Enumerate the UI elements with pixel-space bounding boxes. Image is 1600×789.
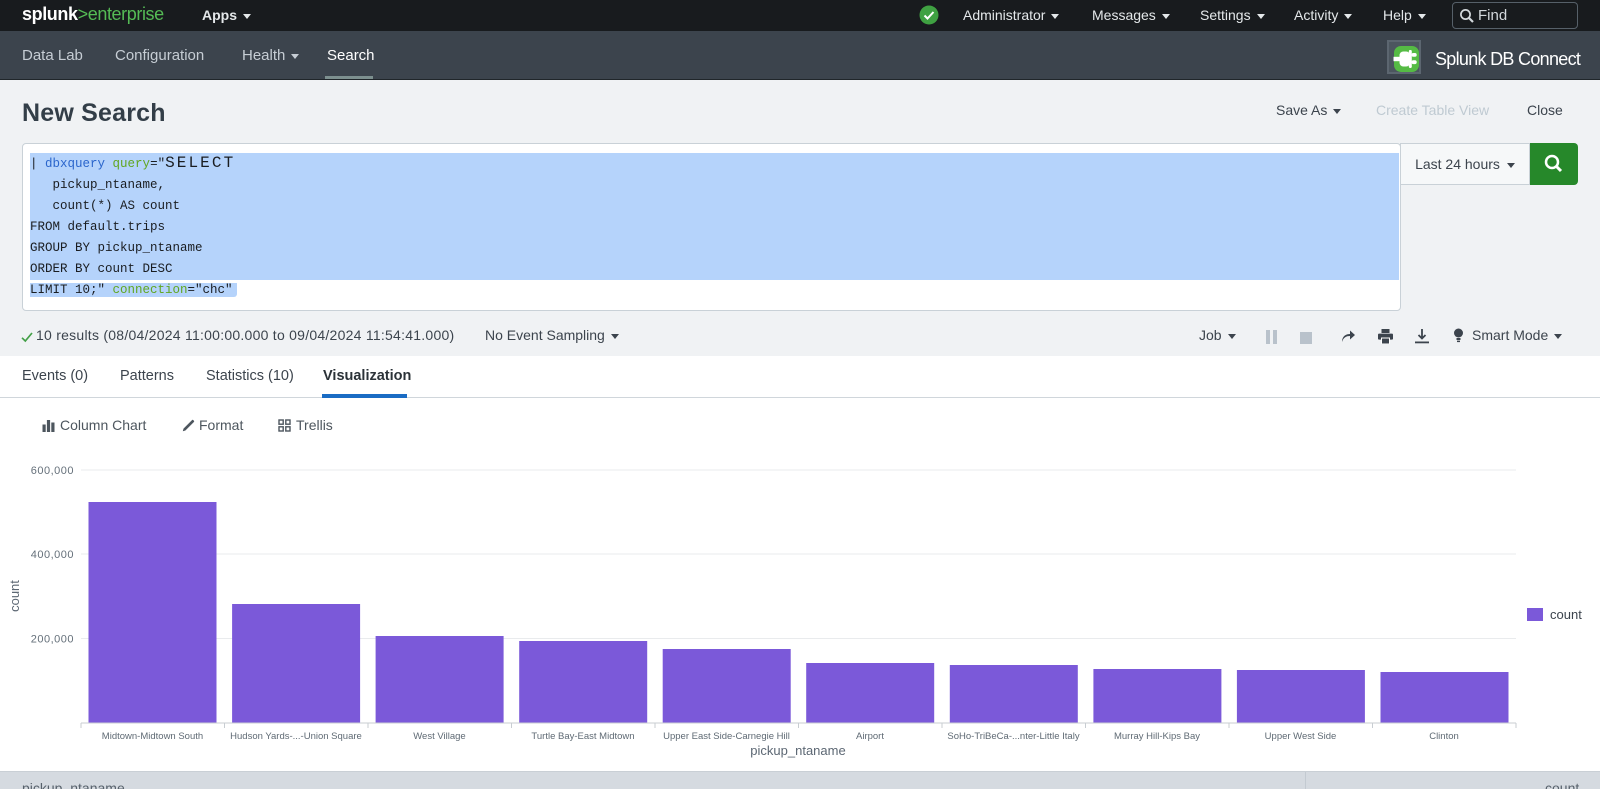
svg-text:Turtle Bay-East Midtown: Turtle Bay-East Midtown bbox=[531, 731, 634, 742]
svg-text:Hudson Yards-...-Union Square: Hudson Yards-...-Union Square bbox=[230, 731, 362, 742]
svg-text:600,000: 600,000 bbox=[31, 465, 74, 477]
svg-text:Airport: Airport bbox=[856, 731, 884, 742]
svg-text:200,000: 200,000 bbox=[31, 634, 74, 646]
svg-text:West Village: West Village bbox=[413, 731, 465, 742]
svg-text:Upper West Side: Upper West Side bbox=[1265, 731, 1337, 742]
svg-text:SoHo-TriBeCa-...nter-Little It: SoHo-TriBeCa-...nter-Little Italy bbox=[947, 731, 1079, 742]
svg-text:400,000: 400,000 bbox=[31, 549, 74, 561]
svg-text:pickup_ntaname: pickup_ntaname bbox=[750, 743, 845, 758]
svg-text:count: count bbox=[1550, 607, 1582, 622]
svg-text:Upper East Side-Carnegie Hill: Upper East Side-Carnegie Hill bbox=[663, 731, 790, 742]
svg-text:Clinton: Clinton bbox=[1429, 731, 1459, 742]
svg-text:Midtown-Midtown South: Midtown-Midtown South bbox=[102, 731, 203, 742]
svg-text:count: count bbox=[7, 580, 22, 612]
svg-text:Murray Hill-Kips Bay: Murray Hill-Kips Bay bbox=[1114, 731, 1200, 742]
